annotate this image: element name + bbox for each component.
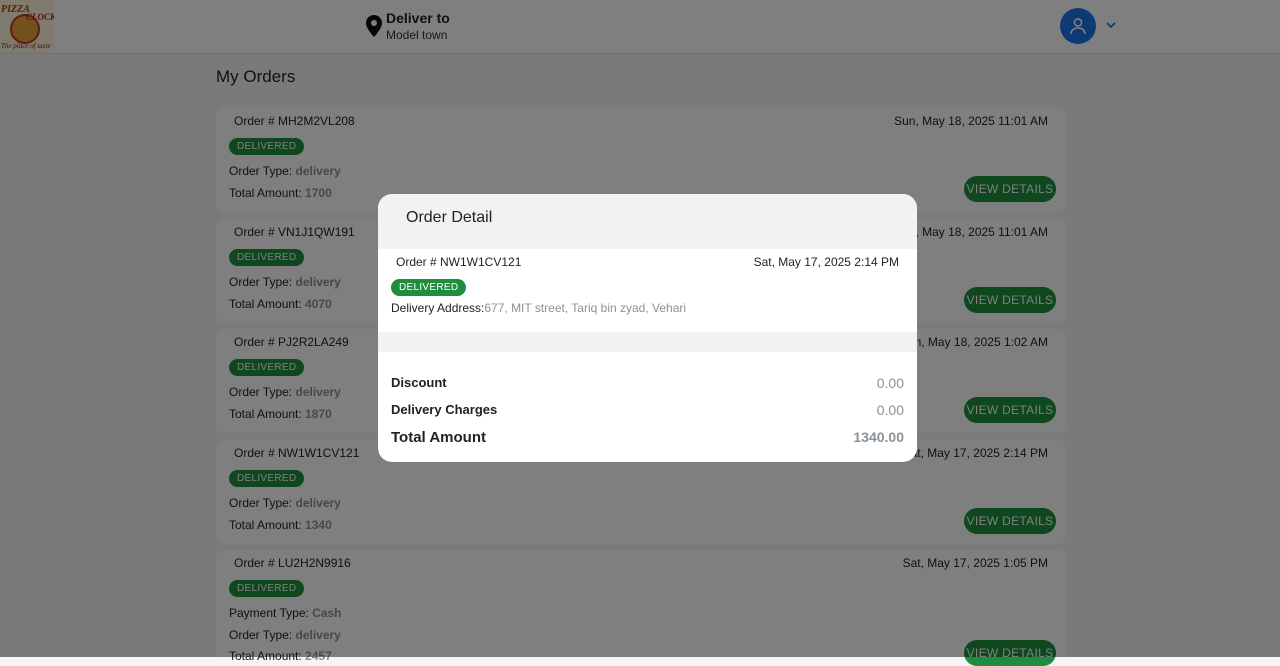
- modal-divider: [378, 332, 917, 352]
- modal-total-label: Total Amount: [391, 429, 486, 446]
- discount-value: 0.00: [876, 375, 904, 391]
- modal-title: Order Detail: [406, 209, 493, 226]
- discount-label: Discount: [391, 375, 447, 390]
- modal-total-value: 1340.00: [853, 429, 904, 445]
- modal-header: Order Detail: [378, 194, 917, 249]
- delivery-charges-value: 0.00: [876, 402, 904, 418]
- delivery-address-label: Delivery Address:: [391, 301, 485, 315]
- modal-order-date: Sat, May 17, 2025 2:14 PM: [753, 255, 899, 269]
- delivery-charges-label: Delivery Charges: [391, 402, 498, 417]
- delivery-charges-row: Delivery Charges 0.00: [391, 402, 904, 418]
- modal-status-badge: DELIVERED: [391, 279, 467, 296]
- total-amount-row: Total Amount 1340.00: [391, 429, 904, 446]
- order-detail-modal: Order Detail Order # NW1W1CV121 Sat, May…: [378, 194, 917, 462]
- discount-row: Discount 0.00: [391, 375, 904, 391]
- modal-order-number: Order # NW1W1CV121: [396, 255, 522, 269]
- delivery-address-value: 677, MIT street, Tariq bin zyad, Vehari: [484, 301, 687, 315]
- delivery-address: Delivery Address:677, MIT street, Tariq …: [391, 301, 686, 315]
